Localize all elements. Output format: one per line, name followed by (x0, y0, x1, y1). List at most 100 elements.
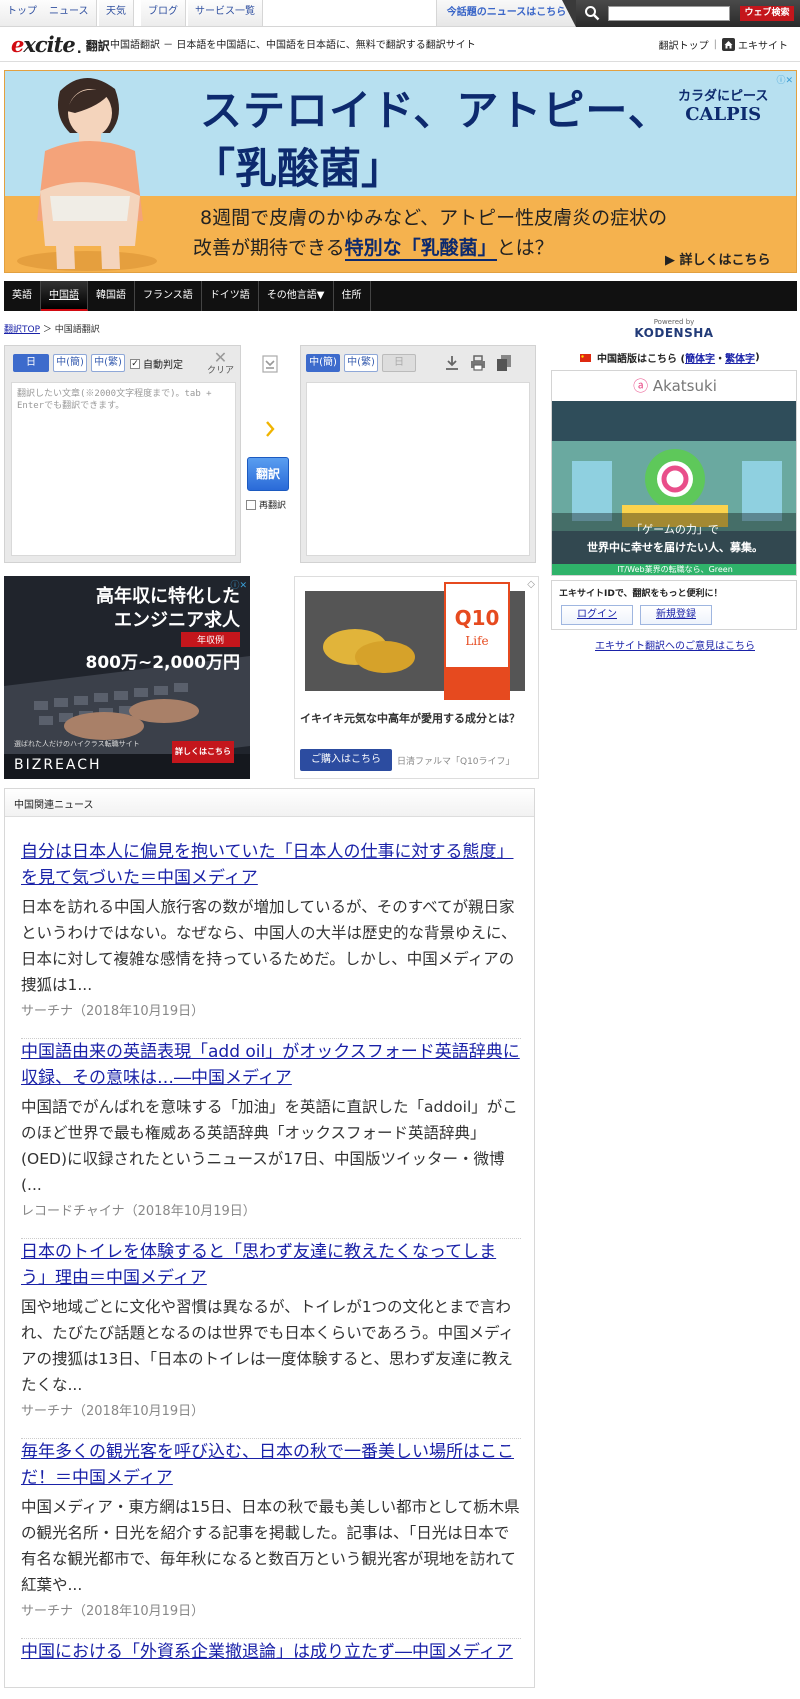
banner-line-2: 改善が期待できる特別な「乳酸菌」とは？ (193, 233, 554, 261)
clear-icon: ✕ (213, 348, 228, 367)
print-icon[interactable] (469, 353, 487, 373)
breadcrumb-home[interactable]: 翻訳TOP (4, 325, 40, 335)
clear-label: クリア (207, 366, 235, 376)
swap-icon[interactable] (262, 355, 278, 373)
dst-lang-japanese[interactable]: 日 (382, 354, 416, 372)
src-lang-japanese[interactable]: 日 (13, 354, 49, 372)
logo-dot: . (76, 42, 82, 57)
auto-detect-checkbox[interactable]: ✓ 自動判定 (130, 356, 183, 371)
src-lang-chinese-traditional[interactable]: 中(繁) (91, 354, 125, 372)
q10-title: イキイキ元気な中高年が愛用する成分とは？ (300, 712, 520, 725)
article-source: サーチナ（2018年10月19日） (21, 1404, 205, 1419)
trending-news-link[interactable]: 今話題のニュースはこちら (436, 0, 576, 26)
akatsuki-logo-icon: ⓐ (633, 377, 649, 395)
source-textarea[interactable]: 翻訳したい文章(※2000文字程度まで)。tab + Enterでも翻訳できます… (11, 382, 236, 556)
breadcrumb-current: 中国語翻訳 (54, 325, 100, 335)
lang-tab-other[interactable]: その他言語▼ (259, 281, 334, 311)
lang-tab-english[interactable]: 英語 (4, 281, 41, 311)
auto-detect-check-icon: ✓ (130, 358, 140, 369)
q10-sponsor: 日清ファルマ「Q10ライフ」 (397, 757, 515, 767)
language-nav: 英語 中国語 韓国語 フランス語 ドイツ語 その他言語▼ 住所 (4, 281, 797, 311)
q10-buy-button[interactable]: ご購入はこちら (300, 749, 392, 771)
lang-tab-address[interactable]: 住所 (334, 281, 371, 311)
brand-slogan: カラダにピース (678, 89, 769, 104)
retranslate-check-icon (246, 499, 256, 510)
home-icon (722, 38, 735, 51)
article-title[interactable]: 日本のトイレを体験すると「思わず友達に教えたくなってしまう」理由＝中国メディア (21, 1239, 521, 1291)
banner-cta-label: 詳しくはこちら (679, 253, 771, 268)
bizreach-tag: 年収例 (180, 632, 240, 647)
search-input[interactable] (608, 6, 730, 21)
dst-lang-chinese-traditional[interactable]: 中(繁) (344, 354, 378, 372)
version-prefix: 中国語版はこちら ( (597, 354, 686, 365)
article-body: 中国語でがんばれを意味する「加油」を英語に直訳した「addoil」がこのほど世界… (21, 1098, 518, 1194)
banner-cta[interactable]: ▶ 詳しくはこちら (665, 249, 771, 268)
login-box: エキサイトIDで、翻訳をもっと便利に！ ログイン 新規登録 (551, 580, 797, 630)
header-separator: | (713, 39, 717, 50)
login-button[interactable]: ログイン (561, 605, 633, 625)
dst-lang-chinese-simplified[interactable]: 中(簡) (306, 354, 340, 372)
banner-line-2-bold: 特別な「乳酸菌」 (344, 237, 497, 261)
bizreach-cta[interactable]: 詳しくはこちら (172, 741, 234, 763)
article-title[interactable]: 毎年多くの観光客を呼び込む、日本の秋で一番美しい場所はここだ！＝中国メディア (21, 1439, 521, 1491)
lang-tab-chinese[interactable]: 中国語 (41, 281, 88, 311)
site-header: excite . 翻訳 中国語翻訳 － 日本語を中国語に、中国語を日本語に、無料… (0, 28, 800, 62)
news-heading: 中国関連ニュース (5, 789, 534, 817)
top-link-weather[interactable]: 天気 (99, 0, 134, 26)
article-source: サーチナ（2018年10月19日） (21, 1604, 205, 1619)
download-icon[interactable] (443, 353, 461, 373)
search-bar: ウェブ検索 (562, 0, 800, 27)
akatsuki-ad[interactable]: ⓐ Akatsuki 「ゲームの力」で 世界中に幸せを届けたい人、募集。 IT/… (551, 370, 797, 576)
logo-wordmark: excite (11, 32, 76, 57)
article-body: 中国メディア・東方網は15日、日本の秋で最も美しい都市として栃木県の観光名所・日… (21, 1498, 520, 1594)
bizreach-ad[interactable]: 高年収に特化した エンジニア求人 年収例 800万~2,000万円 選ばれた人だ… (4, 576, 250, 779)
lang-tab-german[interactable]: ドイツ語 (202, 281, 259, 311)
ad-choices-icon[interactable]: ⓘ✕ (776, 73, 793, 86)
copy-icon[interactable] (495, 353, 513, 373)
lang-tab-french[interactable]: フランス語 (135, 281, 202, 311)
q10-product-image: Q10 Life (295, 577, 538, 707)
translate-top-link[interactable]: 翻訳トップ (659, 37, 709, 52)
page-tagline: 中国語翻訳 － 日本語を中国語に、中国語を日本語に、無料で翻訳する翻訳サイト (110, 40, 476, 51)
web-search-button[interactable]: ウェブ検索 (740, 6, 794, 21)
news-article: 中国における「外資系企業撤退論」は成り立たず―中国メディア (21, 1639, 521, 1699)
bizreach-headline-1: 高年収に特化した (96, 586, 240, 607)
kodensha-logo[interactable]: Powered by KODENSHA (634, 318, 714, 340)
simplified-link[interactable]: 簡体字 (685, 350, 715, 365)
banner-line-2-suffix: とは？ (496, 237, 554, 259)
article-title[interactable]: 自分は日本人に偏見を抱いていた「日本人の仕事に対する態度」を見て気づいた＝中国メ… (21, 839, 521, 891)
lang-tab-korean[interactable]: 韓国語 (88, 281, 135, 311)
banner-ad[interactable]: ステロイド、アトピー、 「乳酸菌」 カラダにピース CALPIS 8週間で皮膚の… (4, 70, 797, 273)
retranslate-checkbox[interactable]: 再翻訳 (246, 498, 286, 511)
retranslate-label: 再翻訳 (259, 501, 287, 511)
news-article: 中国語由来の英語表現「add oil」がオックスフォード英語辞典に収録、その意味… (21, 1039, 521, 1239)
traditional-link[interactable]: 繁体字 (725, 350, 755, 365)
bizreach-small: 選ばれた人だけのハイクラス転職サイト (14, 740, 140, 748)
top-link-blog[interactable]: ブログ (141, 0, 186, 26)
news-article: 自分は日本人に偏見を抱いていた「日本人の仕事に対する態度」を見て気づいた＝中国メ… (21, 839, 521, 1039)
powered-by: Powered by (653, 318, 695, 326)
top-link-services[interactable]: サービス一覧 (188, 0, 263, 26)
ad-choices-icon[interactable]: ⓘ✕ (230, 578, 247, 591)
article-title[interactable]: 中国語由来の英語表現「add oil」がオックスフォード英語辞典に収録、その意味… (21, 1039, 521, 1091)
src-lang-chinese-simplified[interactable]: 中(簡) (53, 354, 87, 372)
article-title[interactable]: 中国における「外資系企業撤退論」は成り立たず―中国メディア (21, 1639, 521, 1665)
kodensha-wordmark: KODENSHA (634, 326, 714, 340)
akatsuki-office-image: 「ゲームの力」で 世界中に幸せを届けたい人、募集。 (552, 401, 796, 565)
top-link-news[interactable]: ニュース (42, 0, 97, 26)
article-body: 日本を訪れる中国人旅行客の数が増加しているが、そのすべてが親日家というわけではな… (21, 898, 517, 994)
excite-logo[interactable]: excite . 翻訳 (11, 32, 110, 57)
top-link-top[interactable]: トップ (0, 0, 45, 26)
q10-ad[interactable]: Q10 Life イキイキ元気な中高年が愛用する成分とは？ ご購入はこちら 日清… (294, 576, 539, 779)
excite-home-link[interactable]: エキサイト (738, 37, 788, 52)
bizreach-logo: BIZREACH (14, 757, 102, 773)
clear-button[interactable]: ✕ クリア (207, 348, 235, 377)
login-title: エキサイトIDで、翻訳をもっと便利に！ (559, 589, 723, 599)
chinese-version-links: 中国語版はこちら ( 簡体字 ・ 繁体字 ) (580, 350, 760, 365)
register-button[interactable]: 新規登録 (640, 605, 712, 625)
akatsuki-brand: Akatsuki (652, 377, 717, 395)
target-textarea (306, 382, 530, 556)
feedback-link[interactable]: エキサイト翻訳へのご意見はこちら (595, 637, 755, 652)
translate-button[interactable]: 翻訳 (247, 457, 289, 491)
ad-info-icon[interactable]: ◇ (527, 579, 535, 590)
